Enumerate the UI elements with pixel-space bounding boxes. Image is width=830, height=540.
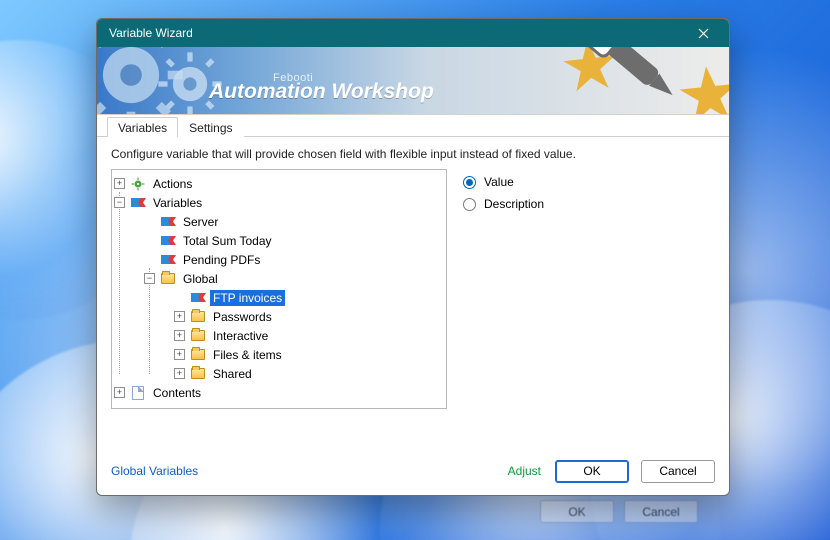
folder-icon — [160, 271, 176, 287]
adjust-link[interactable]: Adjust — [508, 464, 541, 478]
window-title: Variable Wizard — [109, 26, 685, 40]
expander-icon[interactable]: + — [114, 387, 125, 398]
expander-icon[interactable]: + — [174, 368, 185, 379]
tree-node-total-sum-today[interactable]: Total Sum Today — [160, 231, 446, 250]
variable-icon — [130, 195, 146, 211]
tree-label: Actions — [150, 176, 195, 192]
titlebar: Variable Wizard — [97, 19, 729, 47]
variable-icon — [160, 233, 176, 249]
tree-node-global[interactable]: Global — [160, 269, 446, 288]
tree-node-variables[interactable]: Variables — [130, 193, 446, 212]
radio-description[interactable]: Description — [463, 193, 709, 215]
tab-settings[interactable]: Settings — [178, 117, 243, 137]
instruction-text: Configure variable that will provide cho… — [111, 147, 715, 161]
actions-gear-icon — [130, 176, 146, 192]
cancel-button[interactable]: Cancel — [641, 460, 715, 483]
tree-label: Global — [180, 271, 221, 287]
variable-icon — [190, 290, 206, 306]
radio-icon — [463, 198, 476, 211]
tree-label-selected: FTP invoices — [210, 290, 285, 306]
global-variables-link[interactable]: Global Variables — [111, 464, 198, 478]
tree-node-passwords[interactable]: Passwords — [190, 307, 446, 326]
radio-icon — [463, 176, 476, 189]
tree-label: Total Sum Today — [180, 233, 275, 249]
expander-icon[interactable]: + — [174, 349, 185, 360]
tree-label: Files & items — [210, 347, 285, 363]
tree-label: Variables — [150, 195, 205, 211]
tree-label: Shared — [210, 366, 255, 382]
variable-icon — [160, 252, 176, 268]
variable-icon — [160, 214, 176, 230]
tree-label: Passwords — [210, 309, 275, 325]
background-dialog-buttons: OK Cancel — [540, 500, 698, 523]
tree-node-ftp-invoices[interactable]: FTP invoices — [190, 288, 446, 307]
variable-tree[interactable]: + Actions − — [111, 169, 447, 409]
expander-icon[interactable]: + — [174, 330, 185, 341]
tree-label: Pending PDFs — [180, 252, 263, 268]
folder-icon — [190, 328, 206, 344]
expander-icon[interactable]: + — [114, 178, 125, 189]
banner-product-label: Automation Workshop — [209, 80, 434, 104]
expander-icon[interactable]: − — [144, 273, 155, 284]
radio-label: Description — [484, 197, 544, 211]
document-icon — [130, 385, 146, 401]
tree-node-server[interactable]: Server — [160, 212, 446, 231]
tree-label: Interactive — [210, 328, 271, 344]
tree-node-actions[interactable]: Actions — [130, 174, 446, 193]
tab-strip: Variables Settings — [97, 115, 729, 137]
expander-icon[interactable]: − — [114, 197, 125, 208]
attribute-panel: Value Description — [453, 169, 715, 447]
header-banner: Febooti Automation Workshop — [97, 47, 729, 115]
tree-node-pending-pdfs[interactable]: Pending PDFs — [160, 250, 446, 269]
folder-icon — [190, 309, 206, 325]
expander-icon[interactable]: + — [174, 311, 185, 322]
close-button[interactable] — [685, 22, 721, 44]
ok-button[interactable]: OK — [555, 460, 629, 483]
variable-wizard-window: Variable Wizard Febooti Automation Works… — [96, 18, 730, 496]
dialog-footer: Global Variables Adjust OK Cancel — [97, 453, 729, 495]
radio-label: Value — [484, 175, 514, 189]
tree-node-files-items[interactable]: Files & items — [190, 345, 446, 364]
tree-node-contents[interactable]: Contents — [130, 383, 446, 402]
tree-label: Server — [180, 214, 221, 230]
folder-icon — [190, 366, 206, 382]
folder-icon — [190, 347, 206, 363]
close-icon — [698, 28, 709, 39]
radio-value[interactable]: Value — [463, 171, 709, 193]
tree-label: Contents — [150, 385, 204, 401]
tab-variables[interactable]: Variables — [107, 117, 178, 137]
tree-node-interactive[interactable]: Interactive — [190, 326, 446, 345]
tree-node-shared[interactable]: Shared — [190, 364, 446, 383]
